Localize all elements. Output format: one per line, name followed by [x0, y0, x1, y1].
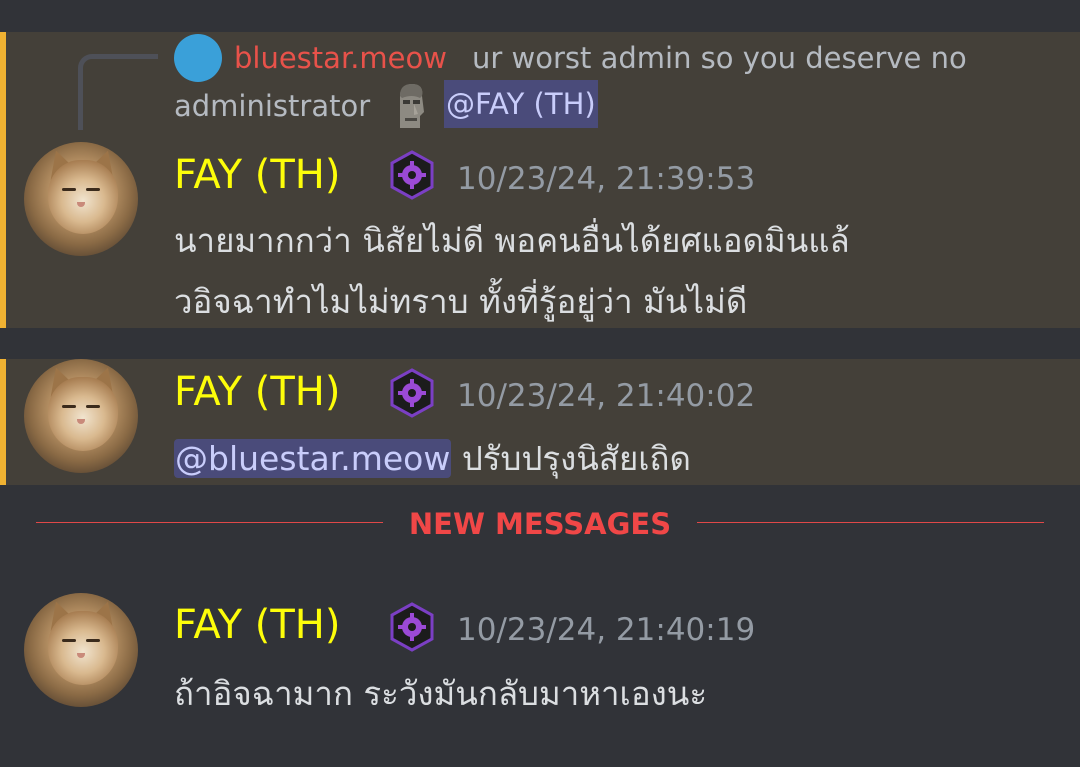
- avatar-cat-eye: [62, 639, 76, 642]
- author-name[interactable]: FAY (TH): [174, 603, 340, 647]
- mention-highlight-bar: [0, 359, 6, 485]
- avatar[interactable]: [24, 142, 138, 256]
- message-item[interactable]: FAY (TH) 10/23/24, 21:40:02 @bluestar.me…: [0, 359, 1080, 485]
- message-timestamp[interactable]: 10/23/24, 21:39:53: [457, 159, 755, 199]
- avatar-cat-eye: [62, 188, 76, 191]
- avatar[interactable]: [24, 359, 138, 473]
- user-mention[interactable]: @bluestar.meow: [174, 439, 452, 478]
- reply-mention[interactable]: @FAY (TH): [444, 80, 598, 128]
- message-timestamp[interactable]: 10/23/24, 21:40:02: [457, 376, 755, 416]
- avatar-cat-face: [48, 611, 118, 685]
- message-content: @bluestar.meow ปรับปรุงนิสัยเถิด: [174, 434, 691, 484]
- moai-icon: [400, 84, 424, 128]
- message-content-line-1: นายมากกว่า นิสัยไม่ดี พอคนอื่นได้ยศแอดมิ…: [174, 221, 850, 260]
- reply-text-line-2[interactable]: administrator: [174, 84, 370, 128]
- avatar-cat-eye: [86, 405, 100, 408]
- mention-highlight-bar: [0, 32, 6, 328]
- reply-connector: [78, 54, 158, 130]
- avatar-cat-face: [48, 377, 118, 451]
- message-content: ถ้าอิจฉามาก ระวังมันกลับมาหาเองนะ: [174, 674, 708, 713]
- message-item[interactable]: bluestar.meow ur worst admin so you dese…: [0, 32, 1080, 328]
- avatar-cat-eye: [62, 405, 76, 408]
- message-text: ปรับปรุงนิสัยเถิด: [451, 439, 691, 478]
- reply-text-line-1[interactable]: ur worst admin so you deserve no: [472, 36, 967, 80]
- message-item[interactable]: FAY (TH) 10/23/24, 21:40:19 ถ้าอิจฉามาก …: [0, 578, 1080, 728]
- author-name[interactable]: FAY (TH): [174, 153, 340, 197]
- new-messages-divider-line: [697, 522, 1044, 523]
- reply-author-name[interactable]: bluestar.meow: [234, 36, 447, 80]
- avatar-cat-eye: [86, 188, 100, 191]
- new-messages-label: NEW MESSAGES: [408, 507, 672, 541]
- author-name[interactable]: FAY (TH): [174, 370, 340, 414]
- gear-badge-icon[interactable]: [389, 368, 435, 418]
- message-timestamp[interactable]: 10/23/24, 21:40:19: [457, 610, 755, 650]
- avatar-cat-eye: [86, 639, 100, 642]
- avatar-cat-face: [48, 160, 118, 234]
- new-messages-divider-line: [36, 522, 383, 523]
- message-content-line-2: วอิจฉาทำไมไม่ทราบ ทั้งที่รู้อยู่ว่า มันไ…: [174, 282, 748, 321]
- avatar[interactable]: [24, 593, 138, 707]
- reply-avatar[interactable]: [174, 34, 222, 82]
- gear-badge-icon[interactable]: [389, 602, 435, 652]
- gear-badge-icon[interactable]: [389, 150, 435, 200]
